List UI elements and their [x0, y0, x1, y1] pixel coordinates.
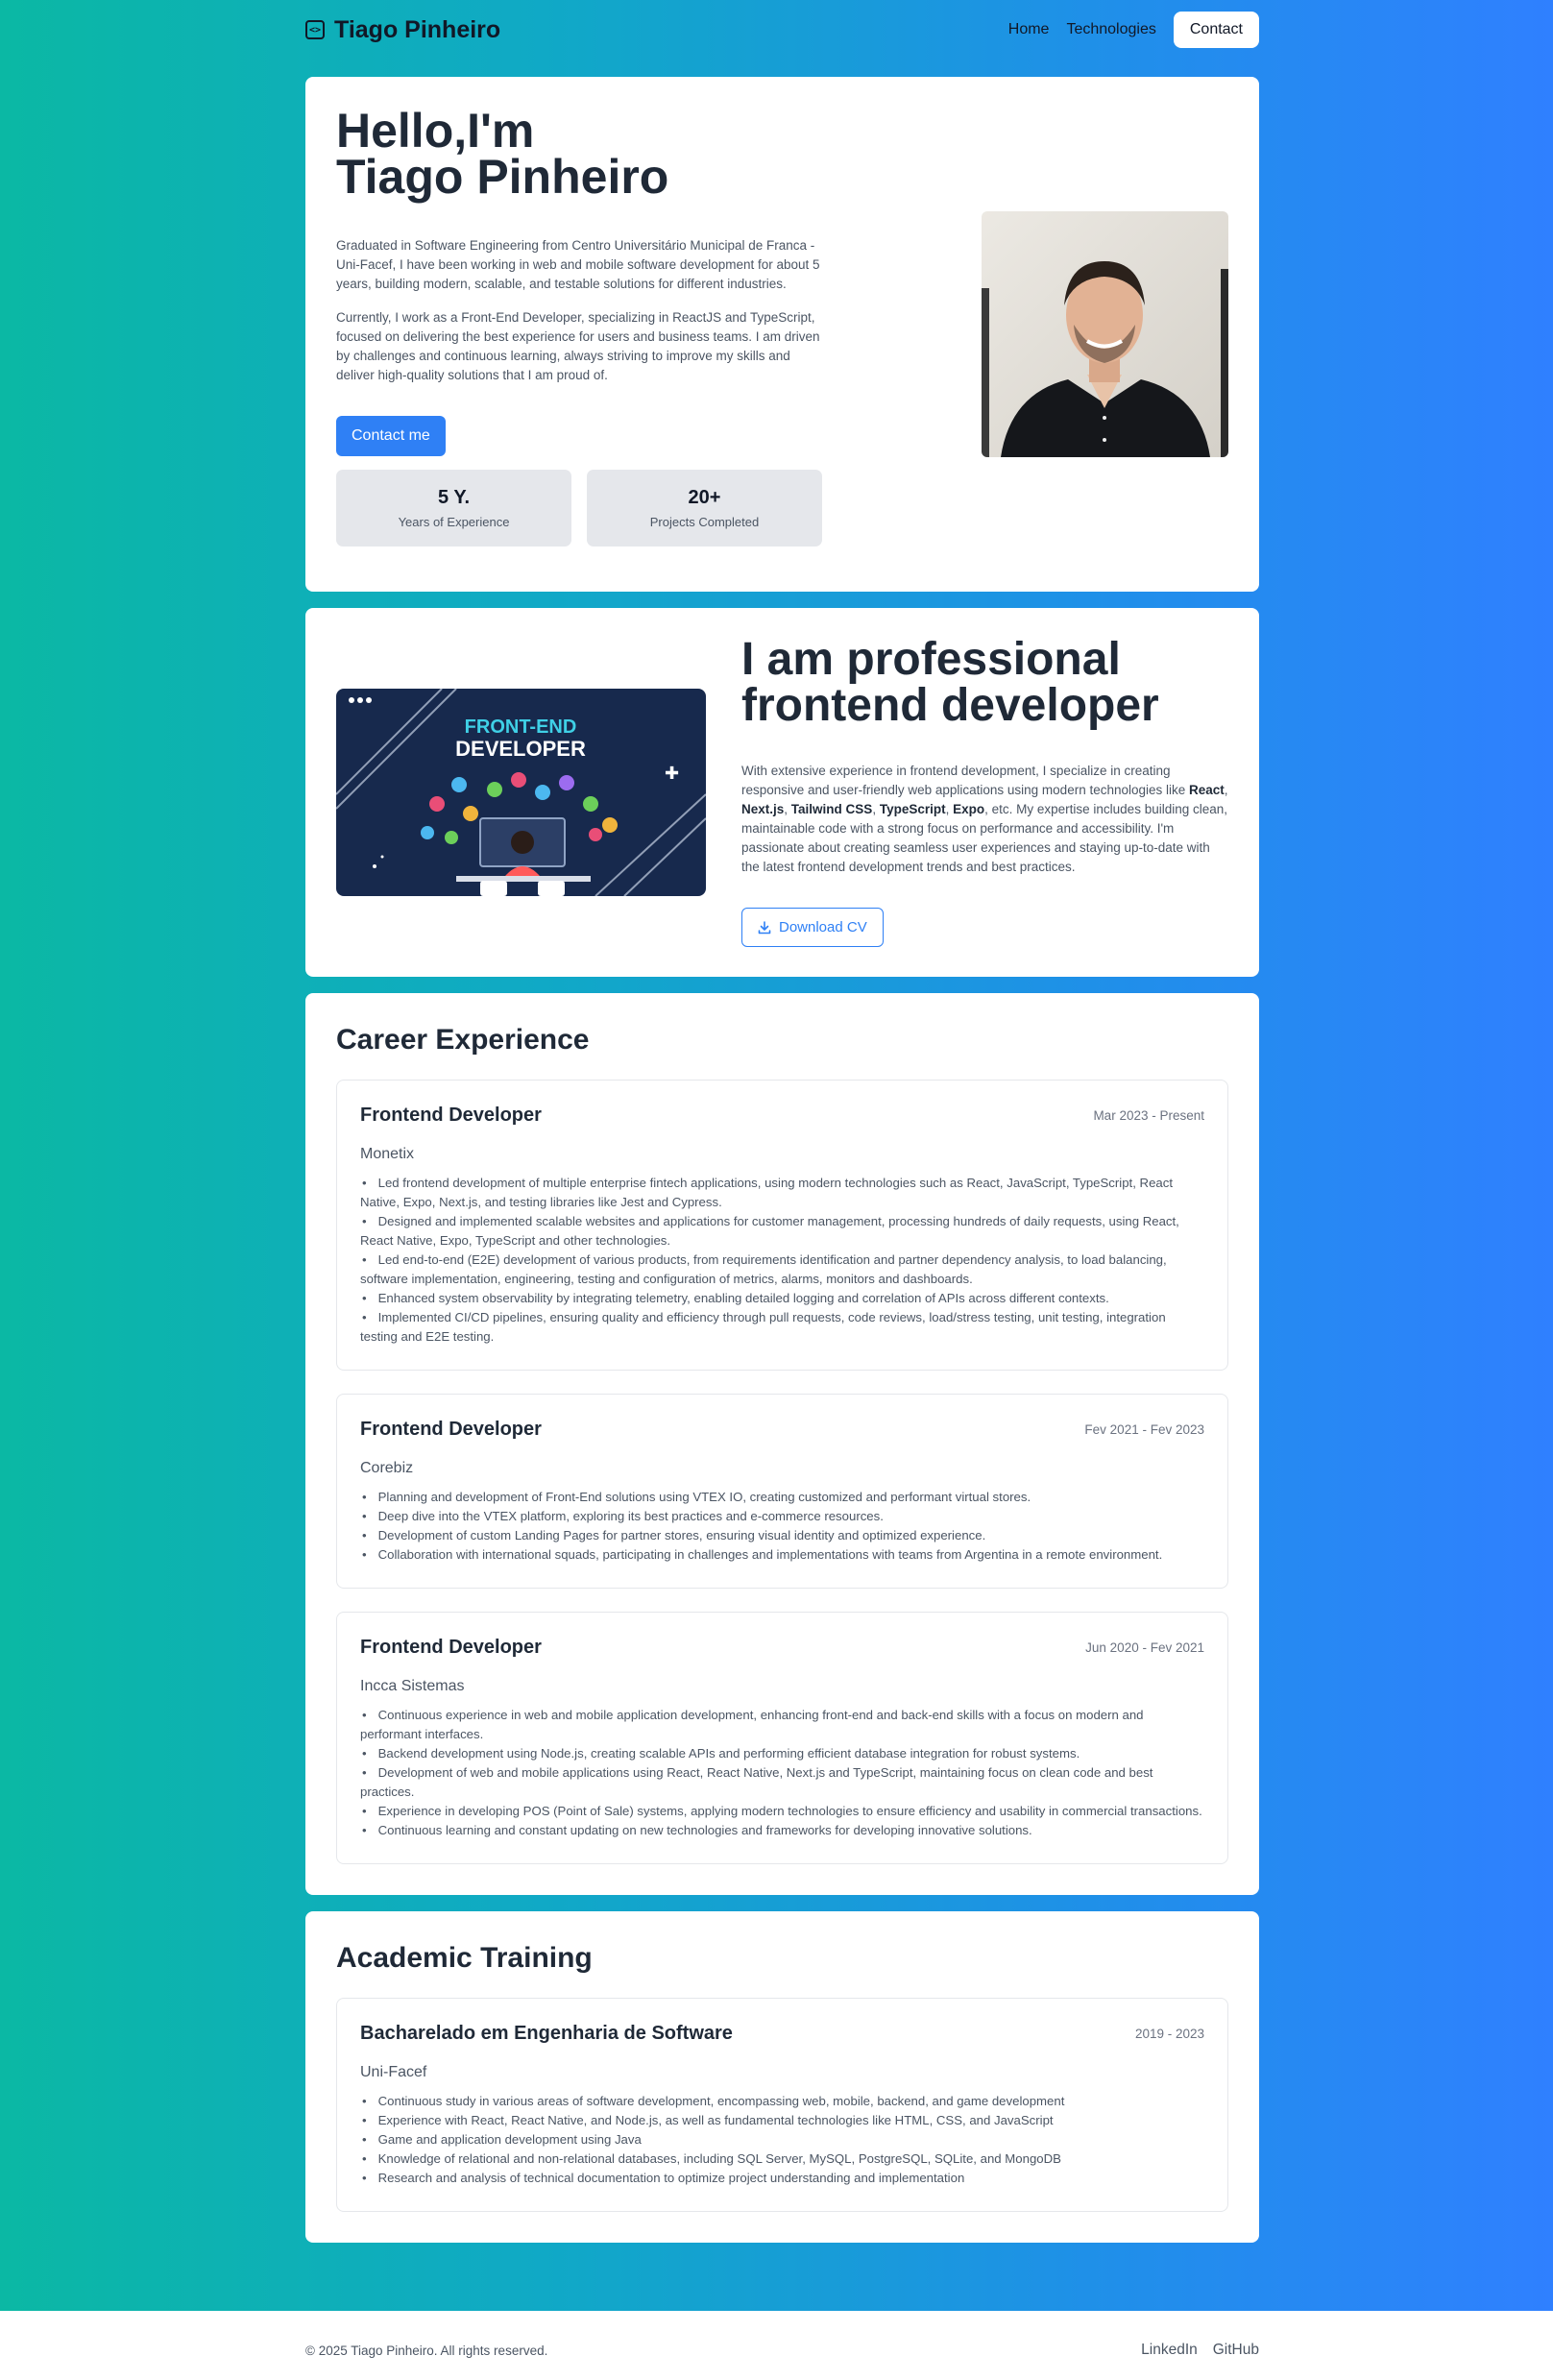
- tech-expo: Expo: [953, 802, 985, 816]
- experience-item: Frontend Developer Jun 2020 - Fev 2021 I…: [336, 1612, 1228, 1864]
- download-cv-label: Download CV: [779, 919, 867, 935]
- experience-bullet: Continuous study in various areas of sof…: [360, 2092, 1204, 2111]
- experience-company: Monetix: [360, 1146, 415, 1162]
- github-link[interactable]: GitHub: [1213, 2342, 1259, 2359]
- download-cv-button[interactable]: Download CV: [741, 908, 884, 947]
- experience-bullet: Designed and implemented scalable websit…: [360, 1212, 1204, 1251]
- stat-experience: 5 Y. Years of Experience: [336, 470, 571, 546]
- footer: © 2025 Tiago Pinheiro. All rights reserv…: [0, 2311, 1553, 2380]
- profile-photo-graphic: [982, 211, 1228, 457]
- brand-name: Tiago Pinheiro: [334, 15, 501, 43]
- brand[interactable]: <> Tiago Pinheiro: [305, 16, 500, 44]
- career-list: Frontend Developer Mar 2023 - Present Mo…: [336, 1080, 1228, 1864]
- footer-links: LinkedIn GitHub: [1141, 2342, 1259, 2359]
- experience-bullet: Experience with React, React Native, and…: [360, 2111, 1204, 2130]
- frontend-developer-illustration: FRONT-END DEVELOPER ✚: [336, 689, 706, 896]
- about-title-line2: frontend developer: [741, 680, 1159, 731]
- nav-home[interactable]: Home: [1008, 21, 1050, 38]
- experience-company: Incca Sistemas: [360, 1678, 465, 1694]
- experience-bullet: Deep dive into the VTEX platform, explor…: [360, 1507, 1204, 1526]
- tech-typescript: TypeScript: [879, 802, 946, 816]
- academic-list: Bacharelado em Engenharia de Software 20…: [336, 1998, 1228, 2212]
- stat-value: 20+: [688, 487, 721, 508]
- experience-header: Frontend Developer Fev 2021 - Fev 2023: [360, 1419, 1204, 1441]
- experience-bullets: Led frontend development of multiple ent…: [360, 1174, 1204, 1347]
- career-title: Career Experience: [336, 1024, 590, 1056]
- experience-date: Fev 2021 - Fev 2023: [1084, 1422, 1204, 1437]
- experience-bullet: Development of custom Landing Pages for …: [360, 1526, 1204, 1545]
- experience-role: Frontend Developer: [360, 1637, 542, 1658]
- experience-date: Mar 2023 - Present: [1093, 1108, 1204, 1123]
- experience-role: Frontend Developer: [360, 1105, 542, 1126]
- experience-item: Bacharelado em Engenharia de Software 20…: [336, 1998, 1228, 2212]
- experience-bullet: Backend development using Node.js, creat…: [360, 1744, 1204, 1763]
- experience-bullets: Continuous study in various areas of sof…: [360, 2092, 1204, 2188]
- experience-header: Frontend Developer Jun 2020 - Fev 2021: [360, 1637, 1204, 1659]
- experience-date: 2019 - 2023: [1134, 2027, 1204, 2041]
- download-icon: [758, 920, 771, 934]
- copyright: © 2025 Tiago Pinheiro. All rights reserv…: [305, 2343, 548, 2358]
- experience-bullet: Collaboration with international squads,…: [360, 1545, 1204, 1565]
- about-title: I am professional frontend developer: [741, 637, 1231, 729]
- linkedin-link[interactable]: LinkedIn: [1141, 2342, 1198, 2359]
- about-content: I am professional frontend developer Wit…: [741, 637, 1231, 947]
- academic-card: Academic Training Bacharelado em Engenha…: [305, 1911, 1259, 2243]
- stat-label: Projects Completed: [649, 515, 760, 529]
- tech-tailwind: Tailwind CSS: [790, 802, 873, 816]
- nav-links: Home Technologies Contact: [1008, 12, 1259, 48]
- experience-bullet: Knowledge of relational and non-relation…: [360, 2149, 1204, 2169]
- stat-projects: 20+ Projects Completed: [587, 470, 822, 546]
- experience-bullet: Enhanced system observability by integra…: [360, 1289, 1204, 1308]
- academic-title: Academic Training: [336, 1942, 593, 1974]
- experience-item: Frontend Developer Fev 2021 - Fev 2023 C…: [336, 1394, 1228, 1589]
- stat-label: Years of Experience: [398, 515, 510, 529]
- experience-bullet: Continuous experience in web and mobile …: [360, 1706, 1204, 1744]
- illustration-title-2: DEVELOPER: [455, 737, 586, 761]
- experience-company: Uni-Facef: [360, 2064, 427, 2080]
- top-nav: <> Tiago Pinheiro Home Technologies Cont…: [305, 0, 1259, 60]
- experience-bullet: Continuous learning and constant updatin…: [360, 1821, 1204, 1840]
- code-icon: <>: [305, 20, 325, 39]
- stats: 5 Y. Years of Experience 20+ Projects Co…: [336, 470, 1228, 546]
- contact-button[interactable]: Contact: [1173, 12, 1259, 48]
- hero-current-role: Currently, I work as a Front-End Develop…: [336, 310, 820, 382]
- illustration-title-1: FRONT-END: [465, 716, 577, 738]
- experience-bullets: Continuous experience in web and mobile …: [360, 1706, 1204, 1840]
- hero-card: Hello,I'm Tiago Pinheiro Graduated in So…: [305, 77, 1259, 592]
- sparkle-icon: ✚: [665, 764, 679, 784]
- about-text-intro: With extensive experience in frontend de…: [741, 764, 1190, 797]
- experience-header: Bacharelado em Engenharia de Software 20…: [360, 2023, 1204, 2045]
- experience-bullet: Implemented CI/CD pipelines, ensuring qu…: [360, 1308, 1204, 1347]
- experience-date: Jun 2020 - Fev 2021: [1085, 1640, 1204, 1655]
- experience-company: Corebiz: [360, 1460, 414, 1476]
- about-card: FRONT-END DEVELOPER ✚ I am professional …: [305, 608, 1259, 977]
- contact-me-button[interactable]: Contact me: [336, 416, 446, 456]
- experience-bullet: Development of web and mobile applicatio…: [360, 1763, 1204, 1802]
- experience-bullets: Planning and development of Front-End so…: [360, 1488, 1204, 1565]
- experience-bullet: Led frontend development of multiple ent…: [360, 1174, 1204, 1212]
- experience-bullet: Led end-to-end (E2E) development of vari…: [360, 1251, 1204, 1289]
- hero-title: Hello,I'm Tiago Pinheiro: [336, 107, 1228, 201]
- stat-value: 5 Y.: [438, 487, 470, 508]
- experience-item: Frontend Developer Mar 2023 - Present Mo…: [336, 1080, 1228, 1371]
- hero-intro: Graduated in Software Engineering from C…: [336, 238, 820, 291]
- experience-role: Bacharelado em Engenharia de Software: [360, 2023, 733, 2044]
- experience-role: Frontend Developer: [360, 1419, 542, 1440]
- experience-bullet: Planning and development of Front-End so…: [360, 1488, 1204, 1507]
- hero-title-line2: Tiago Pinheiro: [336, 150, 669, 204]
- about-description: With extensive experience in frontend de…: [741, 764, 1228, 874]
- career-card: Career Experience Frontend Developer Mar…: [305, 993, 1259, 1895]
- experience-bullet: Research and analysis of technical docum…: [360, 2169, 1204, 2188]
- frontend-illustration-graphic: FRONT-END DEVELOPER ✚: [336, 689, 706, 896]
- experience-bullet: Game and application development using J…: [360, 2130, 1204, 2149]
- about-title-line1: I am professional: [741, 634, 1121, 685]
- profile-photo: [982, 211, 1228, 457]
- nav-technologies[interactable]: Technologies: [1066, 21, 1155, 38]
- experience-bullet: Experience in developing POS (Point of S…: [360, 1802, 1204, 1821]
- tech-nextjs: Next.js: [741, 802, 785, 816]
- tech-react: React: [1189, 783, 1225, 797]
- experience-header: Frontend Developer Mar 2023 - Present: [360, 1105, 1204, 1127]
